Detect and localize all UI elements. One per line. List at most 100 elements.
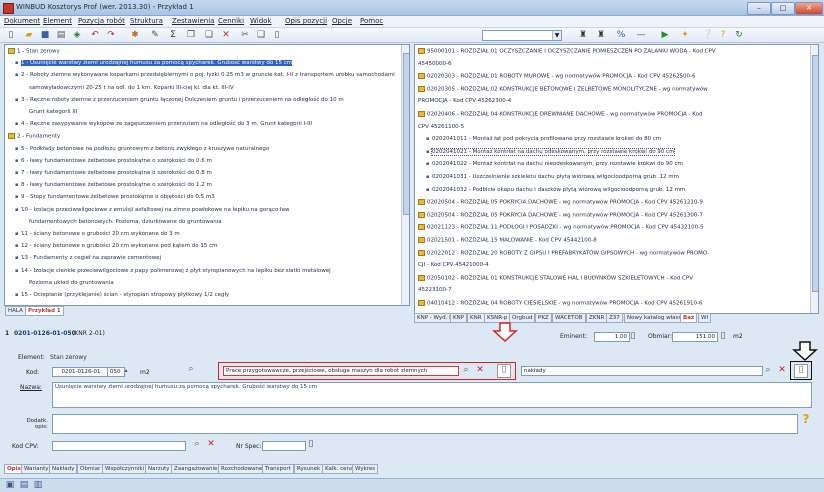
menu-cenniki[interactable]: Cenniki [218,17,244,25]
cut-icon[interactable]: ✂ [240,30,250,40]
tab-rozchodowane[interactable]: Rozchodowane [218,464,266,474]
nazwa-textarea[interactable]: Usunięcie warstwy ziemi urodzajnej humus… [52,382,812,408]
kod-spin-icon[interactable]: ▴ [122,366,130,376]
description-right-input[interactable]: nakłady [521,366,763,376]
catalog-row[interactable]: ▪ 0202041021 - Montaż kontrłat na dachu o… [426,147,676,156]
find-next-icon[interactable]: ♜ [596,30,606,40]
refresh-icon[interactable]: ↻ [734,30,744,40]
menu-widok[interactable]: Widok [250,17,272,25]
lookup-right-icon[interactable]: ⌕ [763,365,773,375]
tab-knr[interactable]: KNR [467,313,485,323]
tab-narzuty[interactable]: Narzuty [145,464,173,474]
toolbar-combo[interactable]: ▼ [482,30,562,41]
tab-pkz[interactable]: PKZ [535,313,552,323]
preview-icon[interactable]: ◈ [72,30,82,40]
open-icon[interactable]: ▰ [24,30,34,40]
redo-icon[interactable]: ↷ [106,30,116,40]
tree-row[interactable]: ▪ 15 - Ocieplanie (przyklejanie) ścian - … [15,292,229,298]
new-icon[interactable]: ▯ [6,30,16,40]
menu-dokument[interactable]: Dokument [4,17,40,25]
catalog-row[interactable]: 95000101 - ROZDZIAŁ 01 OCZYSZCZANIE I OC… [418,48,716,55]
tree-scrollbar[interactable] [401,45,409,305]
print-icon[interactable]: ▤ [56,30,66,40]
copy-icon[interactable]: ❐ [186,30,196,40]
menu-pomoc[interactable]: Pomoc [360,17,383,25]
spec-doc-icon[interactable]: ▯ [306,439,316,449]
insert-icon[interactable]: ✱ [130,30,140,40]
catalog-row[interactable]: ▪ 0202041022 - Montaż kontrłat na dachu n… [426,161,683,167]
chevron-down-icon[interactable]: ▼ [552,31,561,40]
tree-row[interactable]: ▪ 4 - Ręczne zasypywanie wykopów ze zagęs… [15,121,312,127]
wand-icon[interactable]: ✦ [680,30,690,40]
catalog-row[interactable]: 02050102 - ROZDZIAŁ 01 KONSTRUKCJE STALO… [418,274,693,281]
menu-zestawienia[interactable]: Zestawienia [172,17,214,25]
obmiar-input[interactable]: 151.00 [672,332,718,342]
tab-wacetob[interactable]: WACETOB [552,313,586,323]
tree-row[interactable]: ▪ 8 - ławy fundamentowe żelbetowe prostok… [15,182,212,188]
status-icon-3[interactable]: ▥ [32,480,44,490]
catalog-row[interactable]: 02020303 - ROZDZIAŁ 01 ROBOTY MUROWE - w… [418,73,696,80]
tab-wl[interactable]: Wł [698,313,712,323]
sort-icon[interactable]: ▶ [660,30,670,40]
help-hint-icon[interactable]: ? [800,413,812,425]
clear-icon[interactable]: ✕ [475,365,485,375]
menu-opis-pozycji[interactable]: Opis pozycji [285,17,327,25]
find-icon[interactable]: ♜ [578,30,588,40]
pin-icon[interactable]: ✎ [150,30,160,40]
catalog-row[interactable]: ▪ 0202041031 - Uszczelnienie szkieletu da… [426,174,679,180]
menu-opcje[interactable]: Opcje [332,17,352,25]
catalog-row[interactable]: 02022012 - ROZDZIAŁ 20 ROBOTY Z GIPSU I … [418,249,709,256]
menu-element[interactable]: Element [43,17,72,25]
tab-wykres[interactable]: Wykres [352,464,379,474]
catalog-row[interactable]: 04010412 - ROZDZIAŁ 04 ROBOTY CIESIELSKI… [418,300,703,307]
menu-struktura[interactable]: Struktura [130,17,163,25]
tree-row[interactable]: ▪ 10 - Izolacje przeciwwilgociowe z emuls… [15,207,289,213]
tree-row[interactable]: ▪ 14 - Izolacje cienkie przeciwwilgociowe… [15,268,331,274]
tab-naklady[interactable]: Nakłady [49,464,78,474]
tab-nowy-katalog[interactable]: Nowy katalog własny [624,313,689,323]
document-icon[interactable]: ▯ [272,30,282,40]
cpv-clear-icon[interactable]: ✕ [206,439,216,449]
tree-scroll-thumb[interactable] [403,53,409,215]
tree-row[interactable]: 1 - Stan zerowy [8,48,60,55]
delete-icon[interactable]: ✕ [221,30,231,40]
help-icon[interactable]: ? [718,30,728,40]
catalog-row[interactable]: 02020406 - ROZDZIAŁ 04 KONSTRUKCJE DREWN… [418,111,702,118]
tab-z37[interactable]: Z37 [606,313,623,323]
tree-row[interactable]: 2 - Fundamenty [8,133,60,140]
tab-hala[interactable]: HALA [5,306,26,316]
tab-obmiar[interactable]: Obmiar [77,464,104,474]
clipboard-icon[interactable]: ❑ [256,30,266,40]
tree-row[interactable]: ▪ 11 - ściany betonowe o grubości 20 cm w… [15,231,180,237]
wariant-input[interactable]: 1.00 [594,332,630,342]
catalog-row[interactable]: 02020305 - ROZDZIAŁ 02 KONSTRUKCJE BETON… [418,85,708,92]
status-icon-1[interactable]: ▣ [4,480,16,490]
status-icon-2[interactable]: ▤ [18,480,30,490]
description-left-input[interactable]: Prace przygotowawcze, przejściowe, obsłu… [223,366,459,376]
close-button[interactable]: ✕ [795,2,823,15]
save-icon[interactable]: ■ [40,30,50,40]
catalog-lookup-icon[interactable]: ⌕ [185,364,197,374]
note-icon[interactable]: ▯ [497,364,511,378]
paste-icon[interactable]: ❏ [204,30,214,40]
minus-icon[interactable]: — [636,30,646,40]
tree-row[interactable]: ▪ 9 - Stopy fundamentowe żelbetowe prosto… [15,194,215,200]
tab-zknr[interactable]: ZKNR [586,313,608,323]
catalog-row[interactable]: ▪ 0202041032 - Podbicie okapu dachu i das… [426,187,685,193]
cpv-lookup-icon[interactable]: ⌕ [192,439,202,449]
catalog-scroll-thumb[interactable] [812,55,818,292]
note-right-icon[interactable]: ▯ [794,364,808,378]
clear-right-icon[interactable]: ✕ [777,365,787,375]
sum-icon[interactable]: Σ [168,30,178,40]
catalog-row[interactable]: 02021123 - ROZDZIAŁ 11 PODŁOGI I POSADZK… [418,224,704,231]
lookup-icon[interactable]: ⌕ [461,365,471,375]
tree-row[interactable]: ▪ 1 - Usunięcie warstwy ziemi urodzajnej … [15,60,293,67]
catalog-row[interactable]: 02020504 - ROZDZIAŁ 05 POKRYCIA DACHOWE … [418,199,703,206]
tab-rysunek[interactable]: Rysunek [294,464,324,474]
obmiar-calc-icon[interactable]: ▯ [718,331,728,341]
tree-row[interactable]: ▪ 12 - ściany betonowe o grubości 20 cm w… [15,243,218,249]
maximize-button[interactable]: □ [771,2,795,15]
kod-input[interactable]: 0201-0126-01 [52,367,108,377]
tab-warianty[interactable]: Warianty [21,464,52,474]
info-icon[interactable]: ❔ [702,30,713,40]
